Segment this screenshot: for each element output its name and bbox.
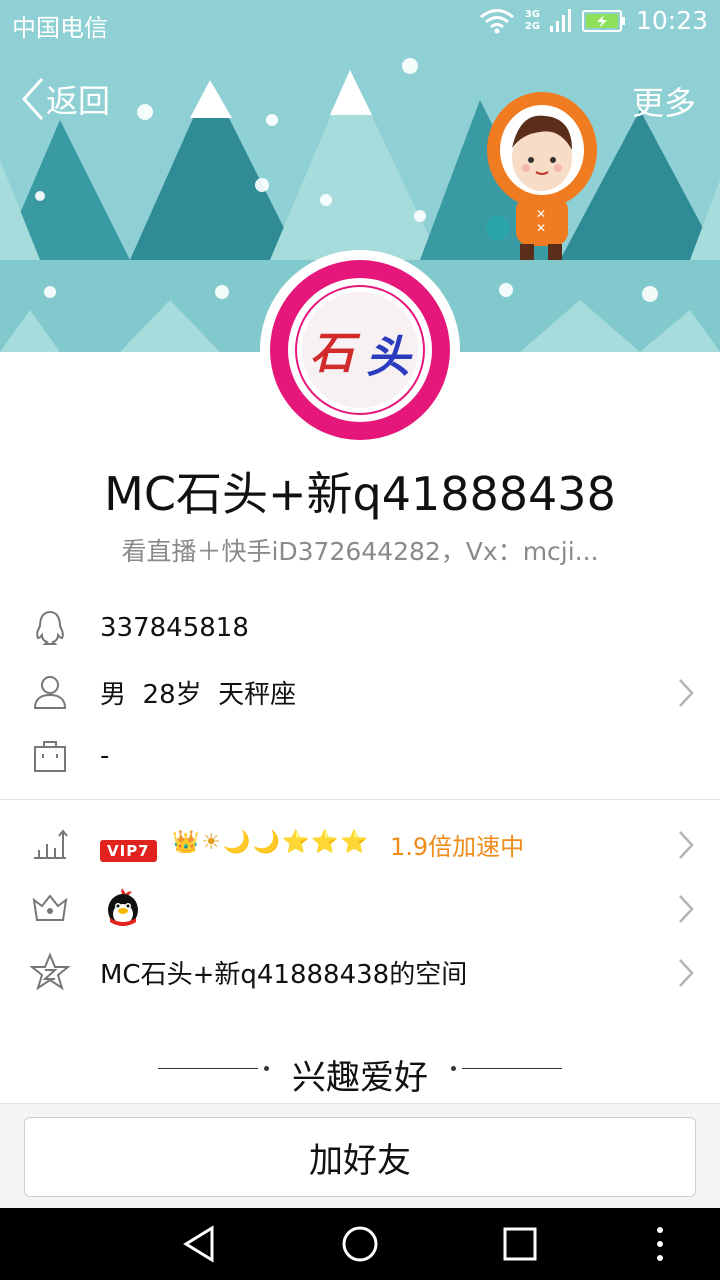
clock: 10:23	[635, 6, 708, 35]
system-navigation-bar	[0, 1208, 720, 1280]
network-type-icon: 3G 2G	[524, 8, 540, 32]
company-row: -	[0, 724, 720, 788]
penguin-outline-icon	[36, 610, 64, 645]
moon-icon: 🌙	[223, 830, 251, 855]
qzone-row[interactable]: MC石头+新q41888438的空间	[0, 940, 720, 1004]
sun-icon: ☀	[201, 830, 222, 855]
star-icon: ⭐	[281, 830, 310, 855]
qq-number: 337845818	[100, 613, 249, 643]
profile-signature[interactable]: 看直播＋快手iD372644282，Vx：mcji...	[0, 532, 720, 568]
star-icon: ⭐	[340, 830, 369, 855]
nav-home-circle-icon[interactable]	[340, 1224, 380, 1264]
status-bar: 中国电信 3G 2G 10:23	[0, 0, 720, 48]
carrier-label: 中国电信	[12, 14, 108, 42]
briefcase-icon	[34, 741, 66, 772]
zodiac: 天秤座	[218, 679, 297, 710]
hobby-divider-right	[462, 1068, 562, 1069]
more-button[interactable]: 更多	[632, 78, 696, 124]
back-label: 返回	[46, 82, 111, 120]
section-divider	[0, 799, 720, 800]
qq-show-row[interactable]	[0, 876, 720, 940]
qq-penguin-icon	[108, 888, 138, 926]
svg-text:石: 石	[310, 328, 361, 379]
vip-level-row[interactable]: VIP7 👑 ☀ 🌙 🌙 ⭐ ⭐ ⭐ 1.9倍加速中	[0, 812, 720, 876]
svg-text:✕: ✕	[536, 221, 546, 235]
wifi-icon	[479, 8, 514, 33]
battery-charging-icon	[581, 9, 625, 32]
chevron-right-icon	[679, 831, 694, 859]
qzone-star-icon	[30, 952, 70, 991]
chevron-right-icon	[679, 895, 694, 923]
qq-number-row: 337845818	[0, 596, 720, 660]
chevron-left-icon	[21, 77, 44, 121]
moon-icon: 🌙	[252, 830, 280, 855]
speed-status: 1.9倍加速中	[390, 832, 525, 861]
level-icons: 👑 ☀ 🌙 🌙 ⭐ ⭐ ⭐	[172, 828, 368, 858]
add-friend-button[interactable]: 加好友	[24, 1117, 696, 1197]
signal-strength-icon	[549, 8, 571, 32]
hobby-dot-right	[451, 1066, 456, 1071]
person-icon	[33, 676, 67, 709]
chevron-right-icon	[679, 679, 694, 707]
gender: 男	[100, 679, 127, 710]
vip-badge: VIP7	[100, 840, 157, 862]
back-button[interactable]: 返回	[20, 76, 110, 122]
profile-name: MC石头+新q41888438	[104, 467, 616, 521]
crown-outline-icon	[32, 894, 68, 921]
level-chart-icon	[34, 829, 68, 859]
avatar-image: 石 头	[270, 260, 450, 440]
svg-text:头: 头	[366, 332, 413, 383]
crown-icon: 👑	[172, 830, 200, 855]
qzone-label: MC石头+新q41888438的空间	[100, 959, 468, 990]
age: 28岁	[142, 679, 202, 710]
basic-info-row[interactable]: 男 28岁 天秤座	[0, 660, 720, 724]
chevron-right-icon	[679, 959, 694, 987]
avatar[interactable]: 石 头	[260, 250, 460, 450]
star-icon: ⭐	[311, 830, 339, 855]
nav-recents-square-icon[interactable]	[500, 1224, 540, 1264]
svg-text:✕: ✕	[536, 207, 546, 221]
hobbies-heading: 兴趣爱好	[292, 1058, 428, 1098]
action-bar: 加好友	[0, 1103, 720, 1208]
nav-back-triangle-icon[interactable]	[180, 1224, 220, 1264]
nav-menu-dots-icon[interactable]	[650, 1224, 670, 1264]
company-value: -	[100, 741, 110, 771]
